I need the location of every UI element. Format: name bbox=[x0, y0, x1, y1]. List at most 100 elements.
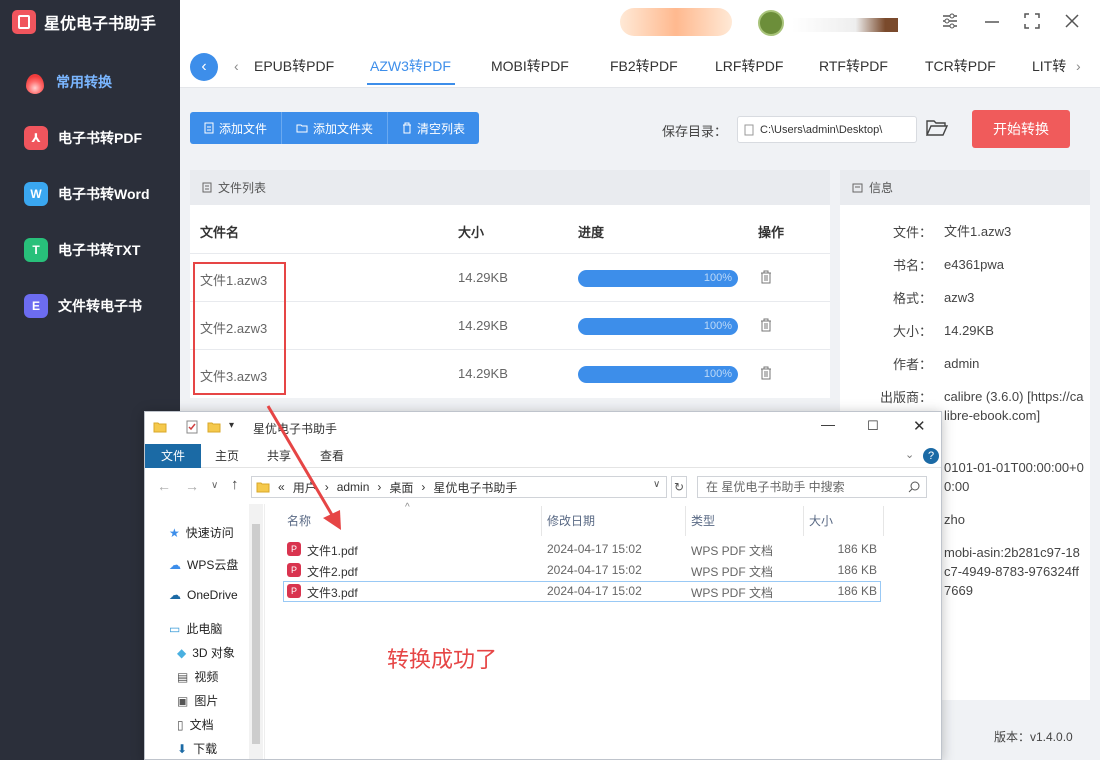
col-modified[interactable]: 修改日期 bbox=[547, 512, 595, 529]
col-name[interactable]: 名称 bbox=[287, 512, 311, 529]
nav-3d-objects[interactable]: ◆ 3D 对象 bbox=[177, 644, 235, 661]
nav-onedrive[interactable]: ☁ OneDrive bbox=[169, 588, 238, 602]
minimize-icon[interactable] bbox=[982, 12, 1002, 32]
add-file-button[interactable]: 添加文件 bbox=[190, 112, 283, 144]
properties-icon[interactable] bbox=[185, 420, 199, 434]
breadcrumb-desktop[interactable]: 桌面 bbox=[389, 479, 413, 496]
up-arrow-icon[interactable]: ↑ bbox=[231, 476, 239, 493]
add-folder-button[interactable]: 添加文件夹 bbox=[282, 112, 389, 144]
quick-access-dropdown-icon[interactable]: ▾ bbox=[229, 420, 234, 431]
save-dir-path: C:\Users\admin\Desktop\ bbox=[760, 123, 883, 136]
nav-wps-cloud[interactable]: ☁ WPS云盘 bbox=[169, 556, 238, 573]
minimize-icon[interactable]: — bbox=[821, 416, 835, 432]
sidebar-item-ebook[interactable]: E 文件转电子书 bbox=[24, 294, 142, 318]
back-arrow-icon[interactable]: ← bbox=[157, 478, 171, 494]
sidebar-item-label: 电子书转TXT bbox=[58, 242, 141, 258]
list-item[interactable]: P 文件3.pdf 2024-04-17 15:02 WPS PDF 文档 18… bbox=[283, 581, 881, 602]
ribbon-tab-share[interactable]: 共享 bbox=[267, 444, 291, 468]
column-divider[interactable] bbox=[883, 506, 884, 536]
recent-dropdown-icon[interactable]: ∨ bbox=[211, 480, 218, 491]
tab-epub[interactable]: EPUB转PDF bbox=[254, 56, 334, 76]
delete-icon[interactable] bbox=[760, 318, 772, 332]
ribbon-tab-file[interactable]: 文件 bbox=[145, 444, 201, 468]
save-dir-input[interactable]: C:\Users\admin\Desktop\ bbox=[737, 116, 917, 143]
breadcrumb-overflow[interactable]: « bbox=[278, 480, 285, 494]
list-item[interactable]: P 文件2.pdf 2024-04-17 15:02 WPS PDF 文档 18… bbox=[283, 560, 881, 581]
sidebar-item-label: 文件转电子书 bbox=[58, 298, 142, 314]
table-row[interactable]: 文件1.azw3 14.29KB 100% bbox=[190, 253, 830, 301]
tab-azw3[interactable]: AZW3转PDF bbox=[370, 56, 451, 76]
maximize-icon[interactable] bbox=[1022, 12, 1042, 32]
ribbon-expand-icon[interactable]: ⌄ bbox=[905, 448, 914, 461]
sidebar-item-txt[interactable]: T 电子书转TXT bbox=[24, 238, 140, 262]
nav-label: OneDrive bbox=[187, 588, 238, 602]
info-key: 文件： bbox=[892, 225, 932, 240]
list-item[interactable]: P 文件1.pdf 2024-04-17 15:02 WPS PDF 文档 18… bbox=[283, 539, 881, 560]
column-divider[interactable] bbox=[803, 506, 804, 536]
file-type: WPS PDF 文档 bbox=[691, 586, 774, 600]
film-icon: ▤ bbox=[177, 669, 189, 684]
success-annotation: 转换成功了 bbox=[387, 647, 498, 672]
tab-prev-icon[interactable]: ‹ bbox=[234, 58, 239, 74]
col-size[interactable]: 大小 bbox=[809, 512, 833, 529]
info-value: 文件1.azw3 bbox=[944, 224, 1012, 239]
nav-label: WPS云盘 bbox=[187, 558, 239, 572]
ribbon-tab-view[interactable]: 查看 bbox=[320, 444, 344, 468]
nav-this-pc[interactable]: ▭ 此电脑 bbox=[169, 620, 222, 637]
avatar[interactable] bbox=[758, 10, 784, 36]
search-input[interactable]: 在 星优电子书助手 中搜索 bbox=[697, 476, 927, 498]
col-type[interactable]: 类型 bbox=[691, 512, 715, 529]
delete-icon[interactable] bbox=[760, 270, 772, 284]
nav-label: 图片 bbox=[194, 694, 219, 708]
start-convert-button[interactable]: 开始转换 bbox=[972, 110, 1070, 148]
tab-lit[interactable]: LIT转 bbox=[1032, 56, 1066, 76]
nav-quick-access[interactable]: ★ 快速访问 bbox=[169, 524, 234, 541]
nav-label: 文档 bbox=[189, 718, 214, 732]
nav-pictures[interactable]: ▣ 图片 bbox=[177, 692, 218, 709]
nav-downloads[interactable]: ⬇ 下载 bbox=[177, 740, 217, 757]
clear-list-button[interactable]: 清空列表 bbox=[388, 112, 479, 144]
maximize-icon[interactable]: ☐ bbox=[867, 418, 879, 434]
tab-mobi[interactable]: MOBI转PDF bbox=[491, 56, 569, 76]
tab-tcr[interactable]: TCR转PDF bbox=[925, 56, 996, 76]
info-value: calibre (3.6.0) [https://calibre-ebook.c… bbox=[944, 389, 1084, 423]
ribbon-tab-home[interactable]: 主页 bbox=[215, 444, 239, 468]
nav-videos[interactable]: ▤ 视频 bbox=[177, 668, 218, 685]
address-dropdown-icon[interactable]: ∨ bbox=[653, 479, 660, 490]
open-folder-icon[interactable] bbox=[926, 119, 948, 137]
new-folder-icon[interactable] bbox=[207, 421, 221, 433]
delete-icon[interactable] bbox=[760, 366, 772, 380]
back-icon[interactable]: ‹ bbox=[190, 53, 218, 81]
sidebar-item-pdf[interactable]: ⅄ 电子书转PDF bbox=[24, 126, 142, 150]
tab-rtf[interactable]: RTF转PDF bbox=[819, 56, 888, 76]
promo-badge[interactable] bbox=[620, 8, 732, 36]
settings-icon[interactable] bbox=[940, 12, 960, 32]
refresh-icon[interactable]: ↻ bbox=[671, 476, 687, 498]
breadcrumb-folder[interactable]: 星优电子书助手 bbox=[433, 479, 517, 496]
forward-arrow-icon[interactable]: → bbox=[185, 478, 199, 494]
close-icon[interactable]: ✕ bbox=[913, 417, 926, 435]
column-divider[interactable] bbox=[685, 506, 686, 536]
tab-next-icon[interactable]: › bbox=[1076, 58, 1081, 74]
pdf-file-icon: P bbox=[287, 563, 301, 577]
sidebar-item-common[interactable]: 常用转换 bbox=[24, 70, 112, 94]
column-divider[interactable] bbox=[541, 506, 542, 536]
close-icon[interactable] bbox=[1062, 12, 1082, 32]
help-icon[interactable]: ? bbox=[923, 448, 939, 464]
file-type: WPS PDF 文档 bbox=[691, 544, 774, 558]
address-bar[interactable]: « 用户 › admin › 桌面 › 星优电子书助手 bbox=[251, 476, 667, 498]
word-icon: W bbox=[24, 182, 48, 206]
nav-label: 此电脑 bbox=[186, 622, 223, 636]
info-value: e4361pwa bbox=[944, 257, 1004, 272]
nav-scrollbar[interactable] bbox=[249, 504, 263, 759]
explorer-title: 星优电子书助手 bbox=[253, 422, 338, 436]
tab-fb2[interactable]: FB2转PDF bbox=[610, 56, 678, 76]
table-row[interactable]: 文件3.azw3 14.29KB 100% bbox=[190, 349, 830, 397]
nav-documents[interactable]: ▯ 文档 bbox=[177, 716, 214, 733]
breadcrumb-users[interactable]: 用户 bbox=[293, 479, 317, 496]
breadcrumb-admin[interactable]: admin bbox=[337, 480, 370, 494]
table-row[interactable]: 文件2.azw3 14.29KB 100% bbox=[190, 301, 830, 349]
tab-lrf[interactable]: LRF转PDF bbox=[715, 56, 783, 76]
info-value: admin bbox=[944, 356, 980, 371]
sidebar-item-word[interactable]: W 电子书转Word bbox=[24, 182, 150, 206]
